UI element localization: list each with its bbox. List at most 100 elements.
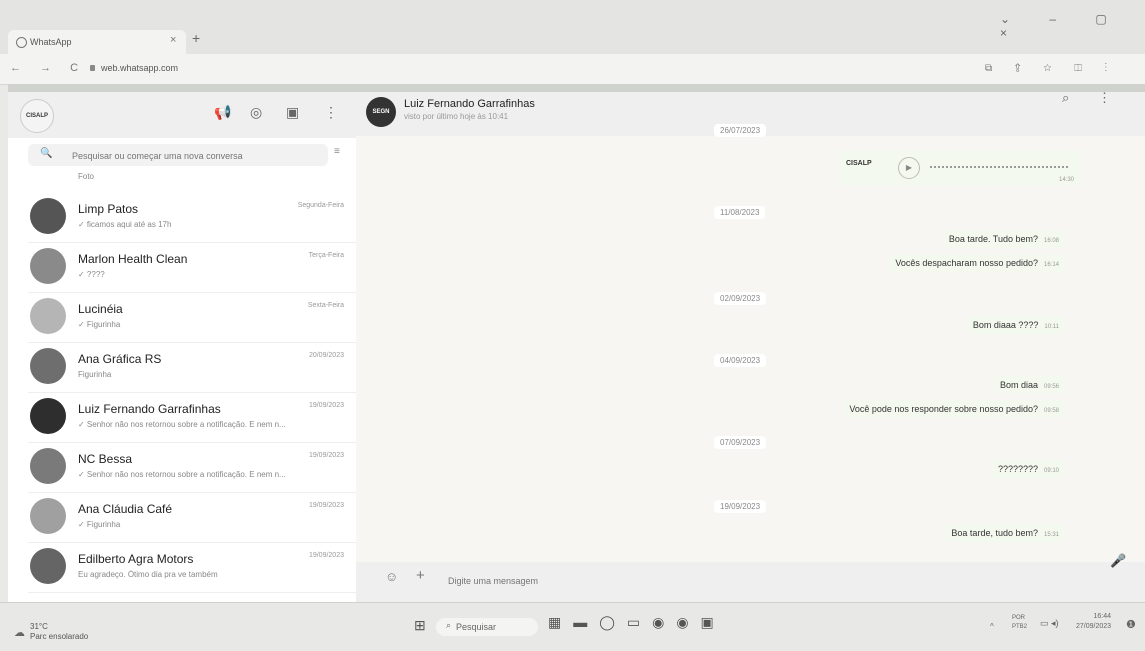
chat-item[interactable]: Edilberto Agra Motors Eu agradeço. Ótimo…: [28, 542, 356, 593]
chat-time: Segunda-Feira: [297, 202, 344, 209]
chat-preview: ✓ Senhor não nos retornou sobre a notifi…: [78, 470, 286, 479]
contact-name[interactable]: Luiz Fernando Garrafinhas: [404, 98, 535, 110]
message-text: Vocês despacharam nosso pedido?: [895, 258, 1038, 268]
message-text: Bom diaaa ????: [972, 320, 1039, 330]
chat-item[interactable]: Marlon Health Clean ✓ ???? Terça-Feira: [28, 242, 356, 293]
chat-time: Sexta-Feira: [307, 302, 344, 309]
conversation-search-icon[interactable]: ⌕: [1062, 90, 1069, 106]
avatar: [30, 498, 66, 534]
lock-icon: [90, 65, 95, 71]
start-menu-icon[interactable]: ⊞: [414, 617, 426, 634]
chat-preview: ✓ Figurinha: [78, 520, 121, 529]
chat-item[interactable]: NC Bessa ✓ Senhor não nos retornou sobre…: [28, 442, 356, 493]
chat-preview: ✓ Figurinha: [78, 320, 121, 329]
whatsapp-favicon-icon: [16, 37, 27, 48]
status-icon[interactable]: ◎: [250, 104, 262, 121]
chat-item[interactable]: Luiz Fernando Garrafinhas ✓ Senhor não n…: [28, 392, 356, 443]
avatar: [30, 448, 66, 484]
message-text: Você pode nos responder sobre nosso pedi…: [849, 404, 1038, 414]
chat-item[interactable]: Ana Gráfica RS Figurinha 20/09/2023: [28, 342, 356, 393]
keyboard-layout: PTB2: [1012, 624, 1028, 630]
url-field[interactable]: web.whatsapp.com: [90, 63, 178, 73]
chat-item[interactable]: Lucinéia ✓ Figurinha Sexta-Feira: [28, 292, 356, 343]
window-controls[interactable]: ⌄ – ▢ ×: [1000, 12, 1145, 40]
chat-name: Lucinéia: [78, 302, 123, 316]
browser-toolbar-icons[interactable]: ⧉ ⇪ ☆ ◫ ⋮: [985, 63, 1117, 74]
chat-name: Marlon Health Clean: [78, 252, 188, 266]
avatar: [30, 198, 66, 234]
message-time: 16:14: [1043, 262, 1059, 268]
emoji-icon[interactable]: ☺: [385, 569, 398, 584]
date-divider: 19/09/2023: [714, 500, 767, 513]
audio-waveform[interactable]: [930, 166, 1070, 168]
new-chat-icon[interactable]: ▣: [286, 104, 299, 121]
message-input[interactable]: [446, 572, 1050, 590]
contact-status: visto por último hoje às 10:41: [404, 112, 509, 121]
chat-time: 20/09/2023: [308, 352, 344, 359]
avatar: [30, 548, 66, 584]
filter-icon[interactable]: ≡: [334, 146, 340, 157]
outgoing-message: Boa tarde, tudo bem? 15:31: [945, 524, 1065, 542]
date-divider: 26/07/2023: [714, 124, 767, 137]
system-clock[interactable]: 16:44 27/09/2023: [1076, 612, 1111, 632]
play-icon[interactable]: ▶: [898, 157, 920, 179]
menu-icon[interactable]: ⋮: [324, 104, 338, 121]
chat-name: Limp Patos: [78, 202, 139, 216]
date-divider: 11/08/2023: [714, 206, 766, 219]
navigation-buttons[interactable]: ← → C: [10, 62, 86, 74]
chat-time: 19/09/2023: [308, 552, 344, 559]
url-text: web.whatsapp.com: [101, 63, 179, 73]
date-divider: 04/09/2023: [714, 354, 767, 367]
outgoing-message: Você pode nos responder sobre nosso pedi…: [843, 400, 1065, 418]
conversation-menu-icon[interactable]: ⋮: [1098, 90, 1111, 106]
notification-icon[interactable]: ❶: [1126, 618, 1136, 631]
taskbar-search-icon: ⌕: [446, 620, 452, 630]
chat-name: Luiz Fernando Garrafinhas: [78, 402, 221, 416]
taskbar-app-icons[interactable]: ▦▬◯▭◉◉▣: [548, 614, 726, 631]
chat-name: Ana Cláudia Café: [78, 502, 173, 516]
outgoing-message: Boa tarde. Tudo bem? 16:08: [942, 230, 1065, 248]
browser-tab-whatsapp[interactable]: WhatsApp ×: [8, 30, 186, 54]
chat-name: Edilberto Agra Motors: [78, 552, 194, 566]
chat-time: 19/09/2023: [308, 502, 344, 509]
sidebar-header: [8, 92, 356, 138]
tab-close-icon[interactable]: ×: [170, 34, 176, 46]
communities-icon[interactable]: 📢: [214, 104, 231, 121]
message-text: Boa tarde, tudo bem?: [951, 528, 1038, 538]
weather-icon[interactable]: ☁: [14, 626, 25, 639]
chat-item[interactable]: Limp Patos ✓ ficamos aqui até as 17h Seg…: [28, 192, 356, 243]
partial-chat-preview: Foto: [78, 172, 95, 181]
search-input[interactable]: [70, 146, 304, 166]
profile-avatar[interactable]: CISALP: [20, 99, 54, 133]
system-tray-chevron-icon[interactable]: ^: [990, 622, 994, 631]
chat-name: Ana Gráfica RS: [78, 352, 162, 366]
chat-time: 19/09/2023: [308, 402, 344, 409]
chat-item[interactable]: Ana Cláudia Café ✓ Figurinha 19/09/2023: [28, 492, 356, 543]
chat-preview: Figurinha: [78, 370, 112, 379]
outgoing-message: ???????? 09:10: [991, 460, 1065, 478]
contact-avatar[interactable]: SEGN: [366, 97, 396, 127]
chat-preview: ✓ Senhor não nos retornou sobre a notifi…: [78, 420, 286, 429]
audio-time: 14:30: [1058, 177, 1074, 183]
network-volume-icon[interactable]: ▭ ◂): [1040, 618, 1059, 629]
taskbar-search[interactable]: Pesquisar: [436, 618, 538, 636]
message-text: ????????: [997, 464, 1038, 474]
attach-icon[interactable]: +: [416, 567, 425, 584]
microphone-icon[interactable]: 🎤: [1110, 553, 1126, 569]
weather-widget[interactable]: 31°C Parc ensolarado: [30, 622, 88, 642]
message-time: 09:10: [1043, 468, 1059, 474]
avatar: [30, 398, 66, 434]
message-time: 16:08: [1043, 238, 1059, 244]
date-divider: 02/09/2023: [714, 292, 767, 305]
avatar: [30, 248, 66, 284]
avatar: [30, 298, 66, 334]
audio-sender-logo: CISALP: [846, 160, 872, 167]
message-time: 15:31: [1043, 532, 1059, 538]
language-indicator[interactable]: POR PTB2: [1012, 614, 1027, 632]
chat-time: 19/09/2023: [308, 452, 344, 459]
chat-preview: ✓ ????: [78, 270, 105, 279]
language-code: POR: [1012, 615, 1026, 621]
new-tab-button[interactable]: +: [192, 30, 200, 46]
message-time: 10:11: [1044, 324, 1059, 330]
weather-temperature: 31°C: [30, 622, 48, 631]
